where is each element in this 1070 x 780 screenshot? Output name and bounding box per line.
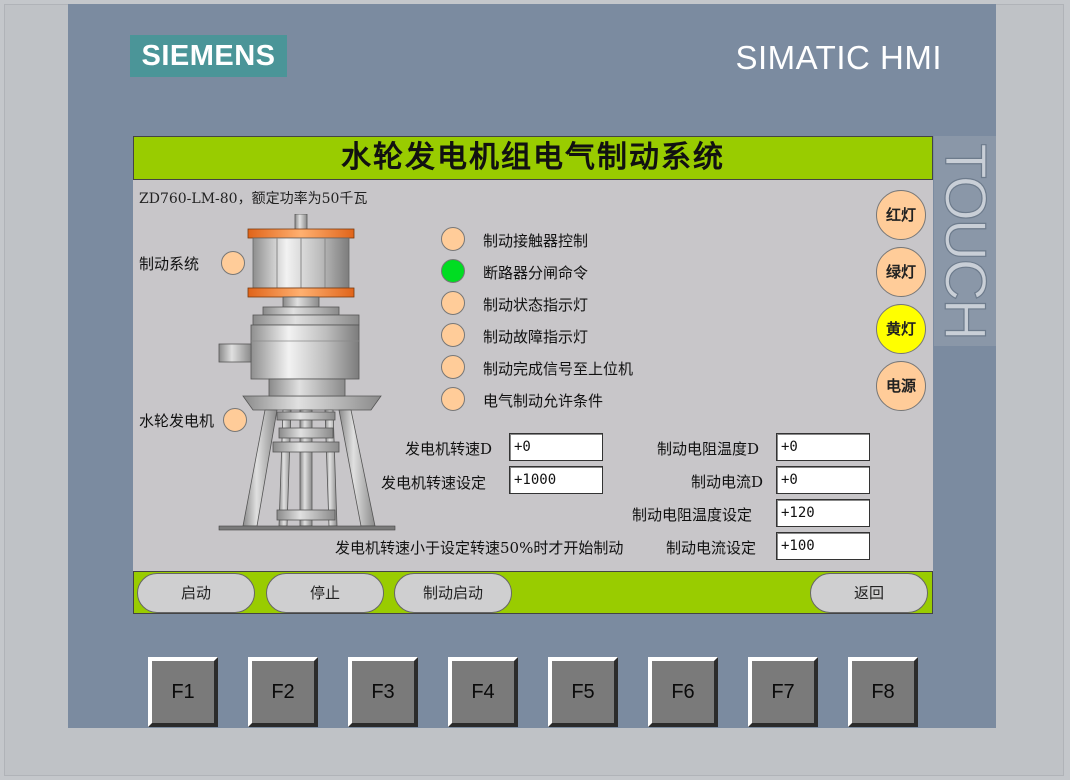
touch-text: TOUCH	[934, 143, 996, 338]
function-key-f1[interactable]: F1	[148, 657, 218, 727]
indicator-lamp	[441, 227, 465, 251]
brake-current-set-label: 制动电流设定	[666, 539, 757, 557]
function-key-f5[interactable]: F5	[548, 657, 618, 727]
gen-speed-set-label: 发电机转速设定	[381, 474, 487, 492]
product-name: SIMATIC HMI	[735, 39, 942, 76]
res-temp-field[interactable]: +0	[776, 433, 870, 461]
green-light-button[interactable]: 绿灯	[876, 247, 926, 297]
res-temp-label: 制动电阻温度D	[657, 440, 760, 458]
screen-title: 水轮发电机组电气制动系统	[133, 136, 933, 180]
start-button[interactable]: 启动	[137, 573, 255, 613]
stop-button[interactable]: 停止	[266, 573, 384, 613]
indicator-lamp	[441, 323, 465, 347]
model-text: ZD760-LM-80，额定功率为50千瓦	[139, 191, 368, 207]
brake-current-label: 制动电流D	[691, 473, 764, 491]
yellow-light-button[interactable]: 黄灯	[876, 304, 926, 354]
res-temp-set-label: 制动电阻温度设定	[632, 506, 753, 524]
indicator-label: 制动状态指示灯	[483, 296, 589, 314]
brake-system-label: 制动系统	[139, 255, 200, 273]
turbine-generator-illustration	[218, 214, 396, 531]
brake-current-field[interactable]: +0	[776, 466, 870, 494]
indicator-label: 断路器分闸命令	[483, 264, 589, 282]
indicator-label: 制动故障指示灯	[483, 328, 589, 346]
indicator-lamp	[441, 387, 465, 411]
brake-condition-note: 发电机转速小于设定转速50%时才开始制动	[335, 539, 624, 557]
back-button[interactable]: 返回	[810, 573, 928, 613]
brake-start-button[interactable]: 制动启动	[394, 573, 512, 613]
res-temp-set-field[interactable]: +120	[776, 499, 870, 527]
brake-current-set-field[interactable]: +100	[776, 532, 870, 560]
function-key-f8[interactable]: F8	[848, 657, 918, 727]
red-light-button[interactable]: 红灯	[876, 190, 926, 240]
hmi-screen: 水轮发电机组电气制动系统 ZD760-LM-80，额定功率为50千瓦 制动系统 …	[133, 136, 933, 614]
function-key-f7[interactable]: F7	[748, 657, 818, 727]
function-key-f6[interactable]: F6	[648, 657, 718, 727]
gen-speed-field[interactable]: +0	[509, 433, 603, 461]
siemens-logo: SIEMENS	[130, 35, 287, 77]
gen-speed-set-field[interactable]: +1000	[509, 466, 603, 494]
indicator-label: 制动接触器控制	[483, 232, 589, 250]
indicator-lamp	[441, 259, 465, 283]
power-button[interactable]: 电源	[876, 361, 926, 411]
indicator-label: 电气制动允许条件	[483, 392, 604, 410]
generator-label: 水轮发电机	[139, 412, 215, 430]
indicator-lamp	[441, 355, 465, 379]
indicator-lamp	[441, 291, 465, 315]
function-key-f2[interactable]: F2	[248, 657, 318, 727]
function-key-f4[interactable]: F4	[448, 657, 518, 727]
gen-speed-label: 发电机转速D	[405, 440, 493, 458]
function-key-f3[interactable]: F3	[348, 657, 418, 727]
touch-label: TOUCH	[934, 136, 996, 346]
indicator-label: 制动完成信号至上位机	[483, 360, 634, 378]
